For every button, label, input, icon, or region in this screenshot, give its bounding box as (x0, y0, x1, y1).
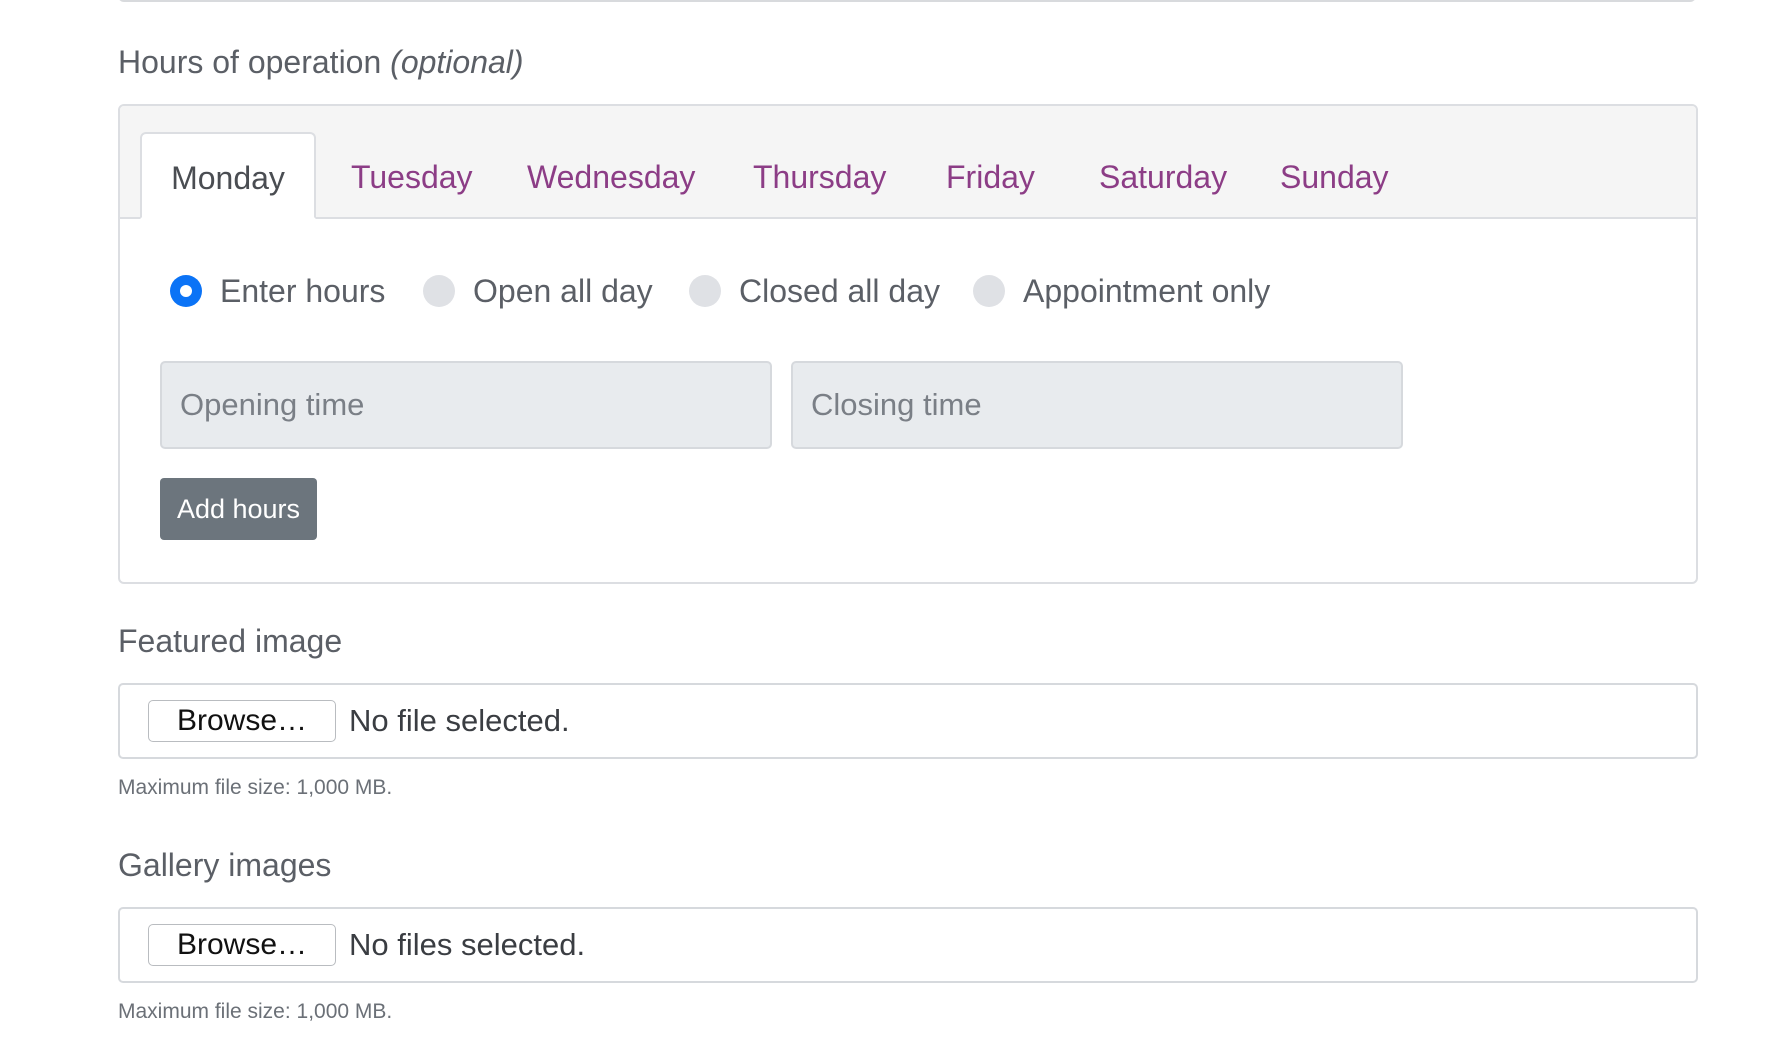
tab-tuesday[interactable]: Tuesday (351, 132, 473, 219)
featured-image-file-status: No file selected. (349, 703, 570, 738)
day-tabs-header: Monday Tuesday Wednesday Thursday Friday… (120, 106, 1696, 219)
tab-thursday[interactable]: Thursday (753, 132, 886, 219)
closing-time-input[interactable] (791, 361, 1403, 449)
optional-hint: (optional) (390, 44, 524, 80)
radio-closed-all-day[interactable]: Closed all day (689, 266, 940, 316)
previous-field-border (118, 0, 1696, 2)
gallery-images-browse-button[interactable]: Browse… (148, 924, 336, 966)
gallery-images-file-input[interactable]: Browse… No files selected. (118, 907, 1698, 983)
gallery-images-file-status: No files selected. (349, 927, 586, 962)
hours-of-operation-label: Hours of operation (optional) (118, 44, 524, 81)
tab-wednesday[interactable]: Wednesday (527, 132, 695, 219)
gallery-images-help-text: Maximum file size: 1,000 MB. (118, 1000, 393, 1023)
radio-unchecked-icon[interactable] (973, 275, 1005, 307)
featured-image-label: Featured image (118, 623, 343, 659)
hours-card: Monday Tuesday Wednesday Thursday Friday… (118, 104, 1698, 584)
opening-time-input[interactable] (160, 361, 772, 449)
hours-and-images-form: Hours of operation (optional) Monday Tue… (0, 0, 1784, 1058)
radio-label: Enter hours (220, 272, 386, 309)
radio-label: Appointment only (1023, 272, 1271, 309)
featured-image-browse-button[interactable]: Browse… (148, 700, 336, 742)
radio-appointment-only[interactable]: Appointment only (973, 266, 1270, 316)
radio-open-all-day[interactable]: Open all day (423, 266, 653, 316)
tab-saturday[interactable]: Saturday (1099, 132, 1227, 219)
radio-label: Open all day (473, 272, 653, 309)
featured-image-help-text: Maximum file size: 1,000 MB. (118, 776, 393, 799)
featured-image-file-input[interactable]: Browse… No file selected. (118, 683, 1698, 759)
radio-label: Closed all day (739, 272, 940, 309)
add-hours-button[interactable]: Add hours (160, 478, 317, 540)
radio-enter-hours[interactable]: Enter hours (170, 266, 385, 316)
tab-friday[interactable]: Friday (946, 132, 1035, 219)
radio-checked-icon[interactable] (170, 275, 202, 307)
radio-unchecked-icon[interactable] (423, 275, 455, 307)
tab-sunday[interactable]: Sunday (1280, 132, 1389, 219)
gallery-images-label: Gallery images (118, 847, 332, 883)
radio-unchecked-icon[interactable] (689, 275, 721, 307)
tab-monday[interactable]: Monday (140, 132, 316, 219)
hours-label-text: Hours of operation (118, 44, 382, 80)
